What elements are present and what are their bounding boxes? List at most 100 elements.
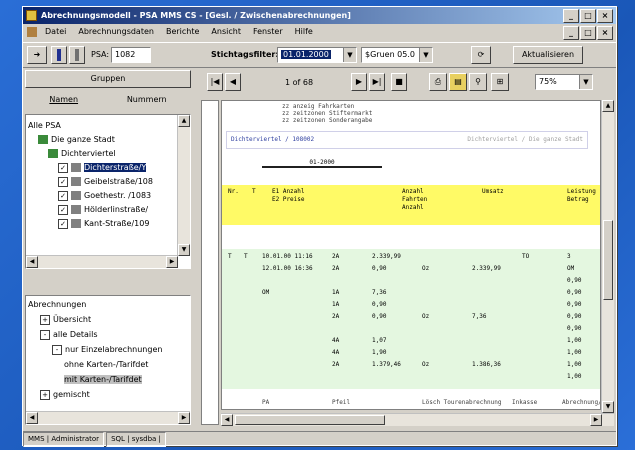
scroll-left-icon[interactable]: ◀ [26, 256, 38, 268]
report-panel: |◀ ◀ 1 of 68 ▶ ▶| ■ ⎙ ▤ ⚲ ⊞ 75% ▼ zz anz… [201, 70, 614, 430]
menu-hilfe[interactable]: Hilfe [289, 24, 319, 40]
report-tree-item[interactable]: ohne Karten-/Tarifdet [64, 358, 148, 371]
tree-item[interactable]: Die ganze Stadt [38, 133, 115, 146]
report-tree-item[interactable]: + Übersicht [40, 313, 91, 326]
last-page-button[interactable]: ▶| [369, 73, 385, 91]
scroll-right-icon[interactable]: ▶ [178, 412, 190, 424]
scroll-left-icon[interactable]: ◀ [26, 412, 38, 424]
status-user: MMS | Administrator [23, 432, 105, 447]
minimize-button[interactable]: _ [563, 9, 579, 23]
date-filter-select[interactable]: 01.01.2000 ▼ [277, 47, 357, 63]
checkbox-icon[interactable]: ✓ [58, 190, 68, 201]
hscroll-thumb[interactable] [235, 415, 385, 425]
refresh-icon-button[interactable]: ⟳ [471, 46, 491, 64]
scroll-up-icon[interactable]: ▲ [602, 100, 614, 112]
filter-grey-button[interactable] [69, 46, 85, 64]
report-tree-item[interactable]: Abrechnungen [28, 298, 86, 311]
menu-datei[interactable]: Datei [39, 24, 72, 40]
menu-fenster[interactable]: Fenster [247, 24, 289, 40]
scroll-up-icon[interactable]: ▲ [178, 115, 190, 127]
report-hscroll[interactable]: ◀ ▶ [221, 413, 614, 426]
report-tree-item[interactable]: mit Karten-/Tarifdet [64, 373, 142, 386]
report-tree-hscroll[interactable]: ◀ ▶ [26, 411, 190, 424]
scroll-right-icon[interactable]: ▶ [590, 414, 602, 426]
checkbox-icon[interactable]: ✓ [58, 162, 68, 173]
checkbox-icon[interactable]: ✓ [58, 176, 68, 187]
menu-berichte[interactable]: Berichte [160, 24, 205, 40]
stop-icon: ■ [395, 77, 403, 86]
tree-hscroll[interactable]: ◀ ▶ [26, 255, 178, 268]
title-bar[interactable]: Abrechnungsmodell - PSA MMS CS - [Gesl. … [23, 7, 616, 24]
report-tree-label: mit Karten-/Tarifdet [64, 375, 142, 384]
report-tree-label: Abrechnungen [28, 300, 87, 309]
report-tree-item[interactable]: - alle Details [40, 328, 98, 341]
col-e2: E2 Preise [272, 196, 305, 203]
stop-button[interactable]: ■ [391, 73, 407, 91]
filter-blue-button[interactable] [51, 46, 67, 64]
tree-item[interactable]: ✓ Hölderlinstraße/ [58, 203, 148, 216]
tree-item[interactable]: Dichterviertel [48, 147, 116, 160]
scroll-right-icon[interactable]: ▶ [166, 256, 178, 268]
report-cell: 0,90 [567, 325, 582, 332]
report-cell: 1,00 [567, 337, 582, 344]
report-vscroll[interactable]: ▲ ▼ [601, 100, 614, 413]
street-icon [71, 219, 81, 228]
checkbox-icon[interactable]: ✓ [58, 204, 68, 215]
back-button[interactable]: ➜ [27, 46, 47, 64]
prev-page-button[interactable]: ◀ [225, 73, 241, 91]
report-tree-item[interactable]: - nur Einzelabrechnungen [52, 343, 162, 356]
close-button[interactable]: × [597, 9, 613, 23]
app-window: Abrechnungsmodell - PSA MMS CS - [Gesl. … [22, 6, 617, 447]
report-line: zz anzeig Fahrkarten [282, 103, 355, 110]
report-cell: OM [567, 265, 575, 272]
checkbox-icon[interactable]: ✓ [58, 218, 68, 229]
next-page-button[interactable]: ▶ [351, 73, 367, 91]
aktualisieren-button[interactable]: Aktualisieren [513, 46, 583, 64]
report-cell: OM [262, 289, 270, 296]
report-tree-item[interactable]: + gemischt [40, 388, 90, 401]
tree-item[interactable]: ✓ Kant-Straße/109 [58, 217, 149, 230]
menu-abrechnungsdaten[interactable]: Abrechnungsdaten [72, 24, 160, 40]
tab-nummern[interactable]: Nummern [127, 92, 167, 108]
print-button[interactable]: ⎙ [429, 73, 447, 91]
scroll-thumb[interactable] [603, 220, 613, 300]
next-page-icon: ▶ [355, 77, 363, 86]
report-tree: Abrechnungen + Übersicht - alle Details - nur … [25, 295, 191, 425]
scroll-down-icon[interactable]: ▼ [178, 244, 190, 256]
scroll-left-icon[interactable]: ◀ [221, 414, 233, 426]
tree-icon: ⊞ [496, 77, 504, 86]
zoom-value: 75% [539, 77, 557, 86]
scroll-down-icon[interactable]: ▼ [602, 401, 614, 413]
tree-item[interactable]: ✓ Goethestr. /1083 [58, 189, 151, 202]
report-cell: 12.01.00 16:36 [262, 265, 313, 272]
mdi-minimize-button[interactable]: _ [563, 26, 579, 40]
report-cell: 2A [332, 265, 340, 272]
report-cell: 3 [567, 253, 571, 260]
zoom-select[interactable]: 75% ▼ [535, 74, 593, 90]
menu-ansicht[interactable]: Ansicht [205, 24, 247, 40]
search-button[interactable]: ⚲ [469, 73, 487, 91]
collapse-icon[interactable]: - [40, 329, 50, 340]
tab-namen[interactable]: Namen [49, 92, 78, 108]
tree-toggle-button[interactable]: ⊞ [491, 73, 509, 91]
unit-select[interactable]: $Gruen 05.0 ▼ [361, 47, 433, 63]
groups-header[interactable]: Gruppen [25, 70, 191, 88]
collapse-icon[interactable]: - [52, 344, 62, 355]
mdi-maximize-button[interactable]: □ [580, 26, 596, 40]
maximize-button[interactable]: □ [580, 9, 596, 23]
report-cell: 2A [332, 313, 340, 320]
export-button[interactable]: ▤ [449, 73, 467, 91]
status-bar: MMS | Administrator SQL | sysdba | [23, 431, 616, 447]
psa-input[interactable]: 1082 [111, 47, 151, 63]
tree-vscroll[interactable]: ▲ ▼ [177, 115, 190, 256]
expand-icon[interactable]: + [40, 389, 50, 400]
mdi-close-button[interactable]: × [597, 26, 613, 40]
tree-item[interactable]: Alle PSA [28, 119, 61, 132]
first-page-button[interactable]: |◀ [207, 73, 223, 91]
report-subtitle: 01-2000 [262, 159, 382, 168]
date-filter-label: Stichtagsfilter: [211, 50, 279, 59]
tree-item[interactable]: ✓ Geibelstraße/108 [58, 175, 153, 188]
expand-icon[interactable]: + [40, 314, 50, 325]
tree-item[interactable]: ✓ Dichterstraße/Y [58, 161, 147, 174]
report-cell: 1,90 [372, 349, 387, 356]
